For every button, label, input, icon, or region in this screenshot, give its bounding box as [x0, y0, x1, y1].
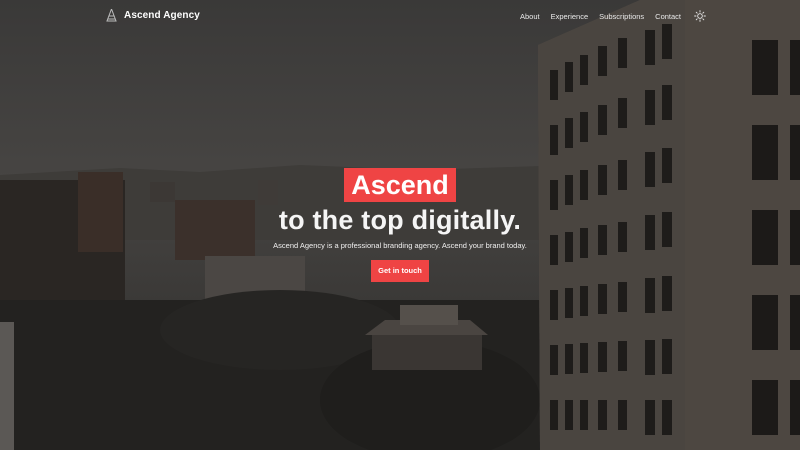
nav-experience[interactable]: Experience — [551, 12, 589, 21]
hero-section: Ascend to the top digitally. Ascend Agen… — [0, 168, 800, 282]
nav-about[interactable]: About — [520, 12, 540, 21]
hero-subtitle: Ascend Agency is a professional branding… — [273, 241, 527, 250]
nav-subscriptions[interactable]: Subscriptions — [599, 12, 644, 21]
brand-link[interactable]: Ascend Agency — [106, 9, 200, 22]
main-nav: About Experience Subscriptions Contact — [520, 10, 706, 22]
hero-title: to the top digitally. — [278, 205, 522, 235]
brand-name: Ascend Agency — [124, 10, 200, 21]
hero-highlight-word: Ascend — [344, 168, 456, 202]
sun-icon[interactable] — [694, 10, 706, 22]
nav-contact[interactable]: Contact — [655, 12, 681, 21]
mountain-logo-icon — [106, 9, 117, 22]
site-header: Ascend Agency About Experience Subscript… — [0, 0, 800, 30]
get-in-touch-button[interactable]: Get in touch — [371, 260, 429, 282]
